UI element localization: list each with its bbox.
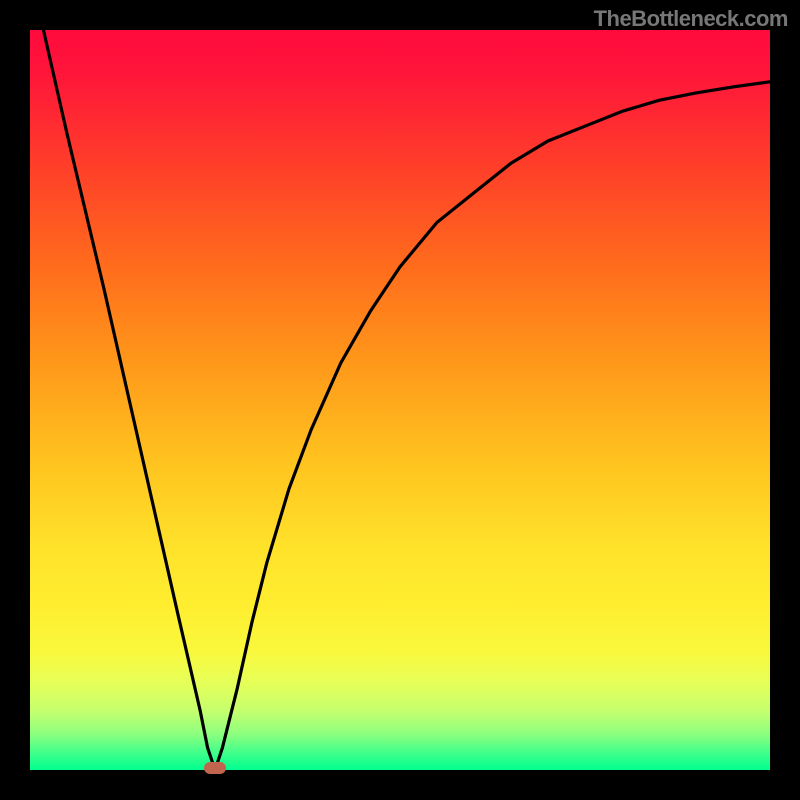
plot-area — [30, 30, 770, 770]
curve-svg — [30, 30, 770, 770]
attribution-text: TheBottleneck.com — [594, 6, 788, 32]
bottleneck-curve — [30, 30, 770, 770]
chart-container: TheBottleneck.com — [0, 0, 800, 800]
minimum-marker — [204, 762, 226, 774]
